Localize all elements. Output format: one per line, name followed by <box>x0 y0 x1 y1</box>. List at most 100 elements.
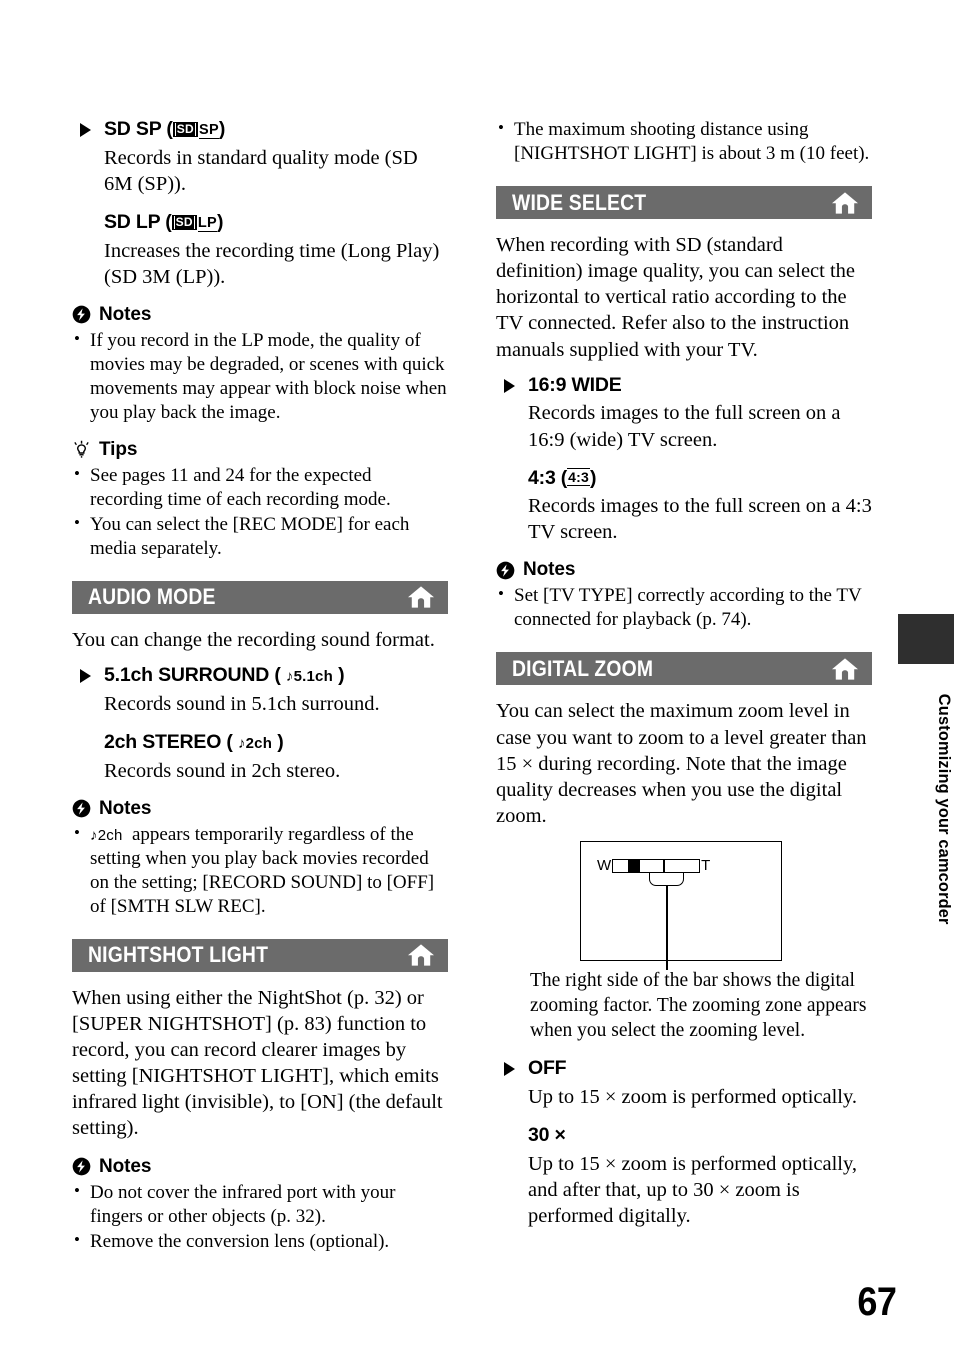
notes-label: Notes <box>523 559 576 581</box>
option-description: Up to 15 × zoom is performed optically, … <box>528 1152 858 1227</box>
sp-glyph-icon: SP <box>198 122 219 139</box>
option-label: SD SP ( <box>104 118 173 140</box>
notes-list: If you record in the LP mode, the qualit… <box>72 328 448 425</box>
section-header-audio-mode: AUDIO MODE <box>72 580 448 614</box>
section-intro: When using either the NightShot (p. 32) … <box>72 986 443 1140</box>
side-tab-label: Customizing your camcorder <box>935 693 954 925</box>
notes-label: Notes <box>99 303 152 325</box>
option-description: Records images to the full screen on a 4… <box>528 495 872 544</box>
notes-icon <box>72 305 91 324</box>
option-51ch-surround: 5.1ch SURROUND ( ♪5.1ch ) <box>72 664 448 688</box>
right-column: The maximum shooting distance using [NIG… <box>496 117 872 1243</box>
notes-label: Notes <box>99 797 152 819</box>
notes-icon <box>72 1157 91 1176</box>
notes-icon <box>72 799 91 818</box>
selected-triangle-icon <box>504 378 515 393</box>
option-label: 16:9 WIDE <box>528 373 622 396</box>
notes-label: Notes <box>99 1155 152 1177</box>
list-item: You can select the [REC MODE] for each m… <box>72 512 448 561</box>
option-off: OFF <box>496 1057 872 1081</box>
home-icon <box>408 944 434 966</box>
option-label-close: ) <box>332 664 345 687</box>
option-4-3: 4:3 (4:3) <box>496 467 872 491</box>
list-item: ♪2ch appears temporarily regardless of t… <box>72 822 448 919</box>
figure-caption: The right side of the bar shows the digi… <box>530 970 867 1041</box>
list-item: Remove the conversion lens (optional). <box>72 1229 448 1254</box>
audio-2ch-glyph-icon: ♪2ch <box>90 826 123 844</box>
option-label: 4:3 ( <box>528 466 568 489</box>
notes-icon <box>496 561 515 580</box>
callout-leader-line <box>666 886 668 971</box>
tips-heading: Tips <box>72 439 448 461</box>
option-2ch-stereo: 2ch STEREO ( ♪2ch ) <box>72 731 448 755</box>
sd-badge-icon: SD <box>171 214 197 230</box>
tips-list: See pages 11 and 24 for the expected rec… <box>72 463 448 561</box>
option-16-9-wide: 16:9 WIDE <box>496 374 872 398</box>
notes-heading: Notes <box>72 1156 448 1178</box>
option-30x: 30 × <box>496 1124 872 1148</box>
home-icon <box>408 586 434 609</box>
notes-heading: Notes <box>496 559 872 581</box>
section-title: WIDE SELECT <box>512 189 647 215</box>
tips-label: Tips <box>99 438 138 460</box>
left-column: SD SP (SD SP) Records in standard quality… <box>72 118 448 1255</box>
lp-glyph-icon: LP <box>197 214 218 232</box>
option-label-close: ) <box>589 466 597 489</box>
option-label-close: ) <box>217 210 224 233</box>
notes-heading: Notes <box>72 304 448 326</box>
continued-notes-list: The maximum shooting distance using [NIG… <box>496 117 872 166</box>
home-icon <box>832 658 858 680</box>
zooming-zone-bracket <box>649 873 684 887</box>
lightbulb-icon <box>74 441 89 458</box>
list-item: The maximum shooting distance using [NIG… <box>496 117 872 166</box>
option-sd-sp: SD SP (SD SP) <box>72 118 448 142</box>
option-description: Records images to the full screen on a 1… <box>528 402 841 451</box>
manual-page: SD SP (SD SP) Records in standard quality… <box>0 0 954 1357</box>
notes-list: Set [TV TYPE] correctly according to the… <box>496 583 872 632</box>
audio-51ch-glyph-icon: ♪5.1ch <box>285 668 333 686</box>
option-label: SD LP ( <box>104 210 172 233</box>
option-description: Records in standard quality mode (SD 6M … <box>104 146 418 195</box>
section-header-wide-select: WIDE SELECT <box>496 186 872 220</box>
tele-label: T <box>701 857 711 875</box>
side-tab-marker <box>898 614 954 664</box>
section-intro: When recording with SD (standard definit… <box>496 234 856 361</box>
section-header-digital-zoom: DIGITAL ZOOM <box>496 652 872 686</box>
option-description: Records sound in 2ch stereo. <box>104 759 341 782</box>
notes-list: Do not cover the infrared port with your… <box>72 1180 448 1254</box>
section-title: DIGITAL ZOOM <box>512 655 654 681</box>
selected-triangle-icon <box>504 1062 515 1077</box>
sd-badge-icon: SD <box>172 122 198 137</box>
section-title: AUDIO MODE <box>88 584 216 610</box>
zoom-bar-divider <box>663 859 665 872</box>
selected-triangle-icon <box>80 669 91 684</box>
notes-heading: Notes <box>72 798 448 820</box>
option-label-close: ) <box>218 118 226 140</box>
audio-2ch-glyph-icon: ♪2ch <box>237 734 273 752</box>
zoom-bar-row: W T <box>597 858 710 873</box>
option-label-close: ) <box>272 730 284 753</box>
section-intro: You can select the maximum zoom level in… <box>496 700 867 827</box>
option-label: 5.1ch SURROUND ( <box>104 664 286 687</box>
option-description: Increases the recording time (Long Play)… <box>104 239 440 288</box>
section-intro: You can change the recording sound forma… <box>72 628 435 651</box>
list-item: If you record in the LP mode, the qualit… <box>72 328 448 425</box>
section-header-nightshot-light: NIGHTSHOT LIGHT <box>72 938 448 972</box>
ratio-4-3-glyph-icon: 4:3 <box>567 468 590 487</box>
zoom-bar-fill <box>627 859 640 872</box>
list-item: Set [TV TYPE] correctly according to the… <box>496 583 872 632</box>
option-label: 2ch STEREO ( <box>104 730 238 753</box>
list-item: See pages 11 and 24 for the expected rec… <box>72 463 448 512</box>
home-icon <box>832 191 858 214</box>
zoom-bar-figure: W T <box>580 841 782 971</box>
list-item-text: appears temporarily regardless of the se… <box>90 823 435 917</box>
option-label: 30 × <box>528 1124 566 1147</box>
option-description: Up to 15 × zoom is performed optically. <box>528 1086 858 1109</box>
list-item: Do not cover the infrared port with your… <box>72 1180 448 1229</box>
option-label: OFF <box>528 1057 567 1080</box>
section-title: NIGHTSHOT LIGHT <box>88 942 269 968</box>
selected-triangle-icon <box>80 123 91 137</box>
option-description: Records sound in 5.1ch surround. <box>104 692 380 715</box>
notes-list: ♪2ch appears temporarily regardless of t… <box>72 822 448 919</box>
page-number: 67 <box>856 1280 897 1324</box>
